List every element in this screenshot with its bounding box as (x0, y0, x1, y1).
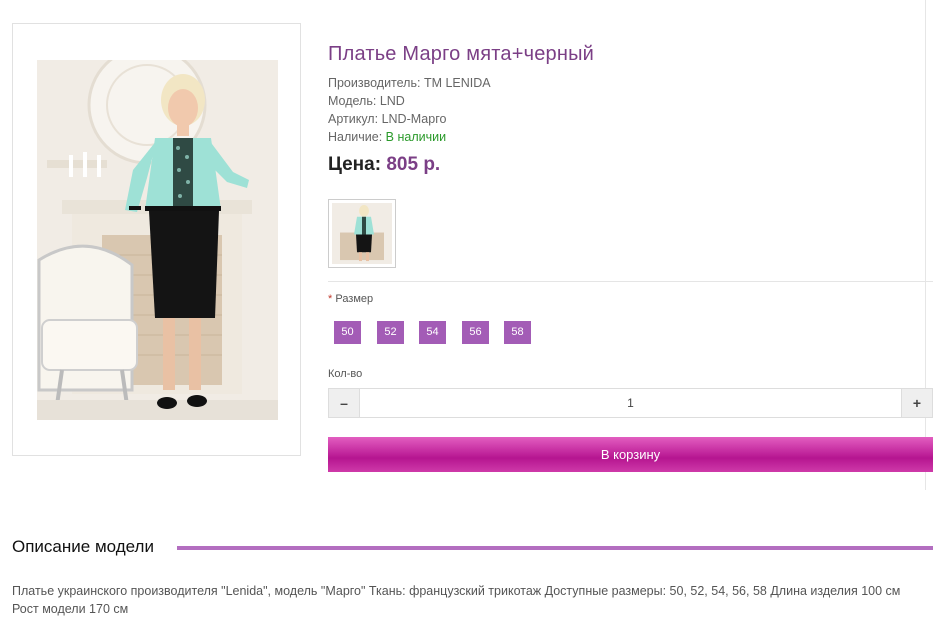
quantity-label: Кол-во (328, 368, 363, 380)
model-row: Модель: LND (328, 94, 405, 108)
sku-row: Артикул: LND-Марго (328, 112, 446, 126)
quantity-input[interactable] (361, 389, 900, 417)
availability-label: Наличие: (328, 130, 383, 144)
minus-icon: – (340, 395, 348, 411)
sku-label: Артикул: (328, 112, 379, 126)
price-row: Цена: 805 р. (328, 154, 440, 176)
model-value: LND (379, 94, 405, 108)
size-button-52[interactable]: 52 (377, 321, 404, 344)
manufacturer-value[interactable]: TM LENIDA (424, 76, 491, 90)
description-heading: Описание модели (12, 537, 154, 556)
description-text: Платье украинского производителя "Lenida… (12, 584, 901, 616)
price-value: 805 р. (386, 154, 441, 175)
availability-row: Наличие: В наличии (328, 130, 446, 144)
product-photo[interactable] (37, 60, 278, 420)
plus-icon: + (912, 395, 922, 411)
quantity-decrease-button[interactable]: – (329, 389, 360, 417)
divider (328, 281, 933, 282)
size-button-56[interactable]: 56 (462, 321, 489, 344)
size-button-50[interactable]: 50 (334, 321, 361, 344)
product-photo-illustration (37, 60, 278, 420)
size-button-58[interactable]: 58 (504, 321, 531, 344)
required-mark: * (328, 293, 333, 305)
quantity-increase-button[interactable]: + (901, 389, 932, 417)
sku-value: LND-Марго (381, 112, 447, 126)
model-label: Модель: (328, 94, 377, 108)
quantity-stepper: – + (328, 388, 933, 418)
availability-status: В наличии (385, 130, 447, 144)
thumbnail-image (332, 203, 392, 264)
price-label: Цена: (328, 154, 382, 175)
size-label-text: Размер (335, 293, 374, 305)
manufacturer-label: Производитель: (328, 76, 421, 90)
size-option-label: * Размер (328, 293, 373, 305)
description-heading-rule (177, 546, 933, 550)
product-main-image-frame[interactable] (12, 23, 301, 456)
product-thumbnail[interactable] (328, 199, 396, 268)
product-title: Платье Марго мята+черный (328, 43, 595, 65)
add-to-cart-button[interactable]: В корзину (328, 437, 933, 472)
size-button-54[interactable]: 54 (419, 321, 446, 344)
manufacturer-row: Производитель: TM LENIDA (328, 76, 491, 90)
